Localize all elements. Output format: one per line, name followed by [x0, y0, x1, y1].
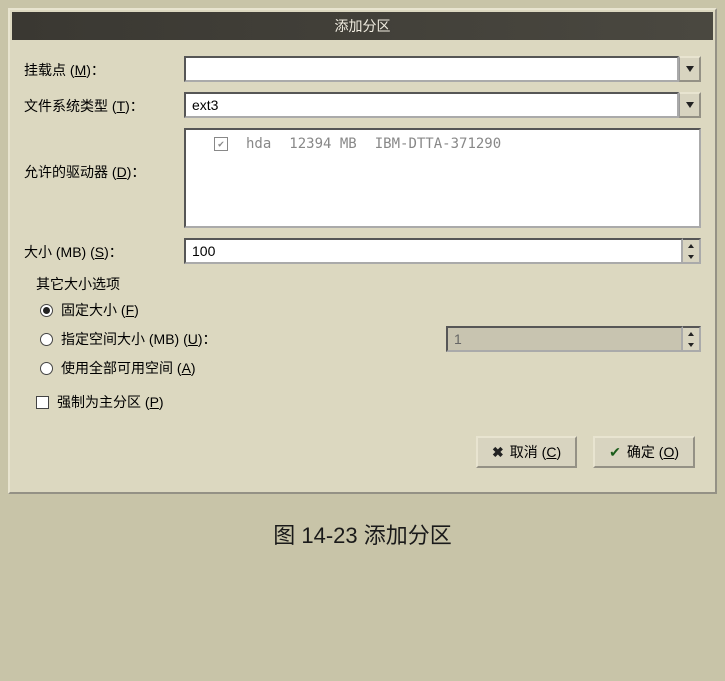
mount-point-combo[interactable] [184, 56, 701, 82]
size-decrement-button[interactable] [683, 251, 699, 262]
chevron-down-icon [688, 343, 694, 347]
fs-type-label: 文件系统类型 (T)： [24, 94, 184, 116]
chevron-down-icon [686, 66, 694, 72]
dialog-content: 挂载点 (M)： 文件系统类型 (T)： [12, 46, 713, 490]
chevron-down-icon [686, 102, 694, 108]
drive-row[interactable]: ✔ hda 12394 MB IBM-DTTA-371290 [194, 134, 691, 154]
specify-size-label: 指定空间大小 (MB) (U)： [61, 329, 217, 349]
cancel-button[interactable]: ✖ 取消 (C) [476, 436, 577, 468]
chevron-up-icon [688, 244, 694, 248]
size-spinner[interactable] [184, 238, 701, 264]
size-increment-button[interactable] [683, 240, 699, 251]
drive-model: IBM-DTTA-371290 [375, 136, 501, 152]
size-input[interactable] [184, 238, 683, 264]
fs-type-input[interactable] [184, 92, 679, 118]
ok-icon: ✔ [609, 444, 621, 461]
specify-increment-button [683, 328, 699, 339]
fs-type-dropdown-button[interactable] [679, 92, 701, 118]
chevron-up-icon [688, 332, 694, 336]
specify-size-radio[interactable] [40, 333, 53, 346]
cancel-icon: ✖ [492, 444, 504, 461]
fill-space-label: 使用全部可用空间 (A) [61, 358, 196, 378]
cancel-button-label: 取消 (C) [510, 442, 561, 462]
fixed-size-label: 固定大小 (F) [61, 300, 139, 320]
fixed-size-radio[interactable] [40, 304, 53, 317]
mount-point-label: 挂载点 (M)： [24, 58, 184, 80]
mount-point-dropdown-button[interactable] [679, 56, 701, 82]
chevron-down-icon [688, 255, 694, 259]
force-primary-checkbox[interactable] [36, 396, 49, 409]
specify-size-spinner [446, 326, 701, 352]
drive-dev: hda [246, 136, 271, 152]
size-options-group-label: 其它大小选项 [36, 274, 701, 294]
allowed-drives-list[interactable]: ✔ hda 12394 MB IBM-DTTA-371290 [184, 128, 701, 228]
ok-button-label: 确定 (O) [627, 442, 679, 462]
mount-point-input[interactable] [184, 56, 679, 82]
fs-type-combo[interactable] [184, 92, 701, 118]
size-label: 大小 (MB) (S)： [24, 240, 184, 262]
specify-size-input [446, 326, 683, 352]
add-partition-dialog: 添加分区 挂载点 (M)： 文件系统类型 (T)： [8, 8, 717, 494]
dialog-title: 添加分区 [12, 12, 713, 40]
force-primary-label: 强制为主分区 (P) [57, 392, 164, 412]
figure-caption: 图 14-23 添加分区 [8, 518, 717, 550]
drive-checkbox[interactable]: ✔ [214, 137, 228, 151]
drive-size: 12394 MB [289, 136, 356, 152]
specify-decrement-button [683, 339, 699, 350]
ok-button[interactable]: ✔ 确定 (O) [593, 436, 695, 468]
fill-space-radio[interactable] [40, 362, 53, 375]
allowed-drives-label: 允许的驱动器 (D)： [24, 128, 184, 182]
